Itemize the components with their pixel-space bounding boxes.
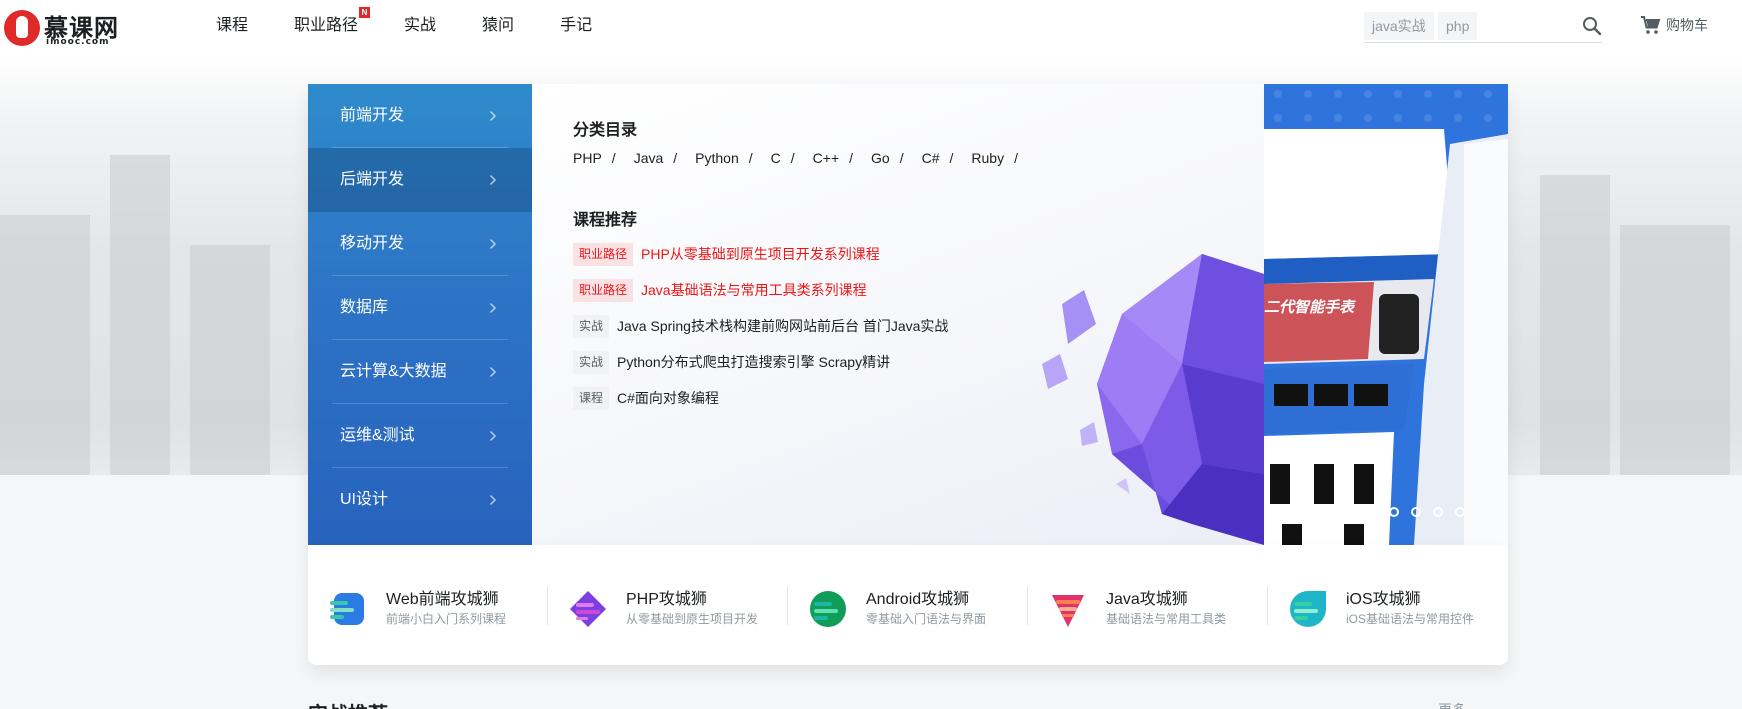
slider-dot[interactable] bbox=[1411, 507, 1421, 517]
chevron-right-icon bbox=[490, 175, 496, 185]
slider-dot[interactable] bbox=[1389, 507, 1399, 517]
path-card-ios[interactable]: iOS攻城狮 iOS基础语法与常用控件 bbox=[1268, 585, 1508, 631]
banner-slider[interactable]: 二代智能手表 bbox=[1264, 84, 1508, 545]
career-path-tag: 职业路径 bbox=[573, 242, 634, 266]
chevron-right-icon bbox=[490, 367, 496, 377]
chevron-right-icon bbox=[490, 111, 496, 121]
php-path-icon bbox=[570, 591, 606, 627]
path-desc: 从零基础到原生项目开发 bbox=[626, 612, 759, 626]
chevron-right-icon bbox=[490, 431, 496, 441]
career-path-strip: Web前端攻城狮 前端小白入门系列课程 PHP攻城狮 从零基础到原生项目开发 A… bbox=[308, 545, 1508, 665]
path-desc: 前端小白入门系列课程 bbox=[386, 612, 507, 626]
path-card-php[interactable]: PHP攻城狮 从零基础到原生项目开发 bbox=[548, 585, 788, 631]
search-box: java实战 php bbox=[1364, 11, 1602, 43]
menu-item-ui-design[interactable]: UI设计 bbox=[308, 468, 532, 532]
path-title: iOS攻城狮 bbox=[1346, 591, 1421, 608]
category-link-c[interactable]: C bbox=[771, 150, 781, 166]
path-title: Android攻城狮 bbox=[866, 591, 970, 608]
recommend-item-title: C#面向对象编程 bbox=[617, 390, 719, 406]
search-hot-tag[interactable]: java实战 bbox=[1364, 12, 1434, 40]
chevron-right-icon bbox=[490, 303, 496, 313]
recommend-item-title: PHP从零基础到原生项目开发系列课程 bbox=[641, 246, 880, 262]
recommend-item-title: Python分布式爬虫打造搜索引擎 Scrapy精讲 bbox=[617, 354, 891, 370]
java-path-icon bbox=[1052, 595, 1084, 627]
path-title: Web前端攻城狮 bbox=[386, 591, 499, 608]
flame-logo-icon bbox=[4, 10, 40, 46]
category-list: PHP / Java / Python / C / C++ / Go / C# / Ruby / bbox=[573, 150, 1018, 166]
category-title: 分类目录 bbox=[573, 122, 638, 139]
path-desc: 基础语法与常用工具类 bbox=[1106, 612, 1227, 626]
cart-button[interactable]: 购物车 bbox=[1640, 13, 1708, 37]
search-hot-tag[interactable]: php bbox=[1438, 12, 1478, 40]
site-logo[interactable]: 慕课网 imooc.com bbox=[4, 8, 124, 48]
course-tag: 课程 bbox=[573, 386, 610, 410]
cart-label: 购物车 bbox=[1666, 17, 1708, 33]
recommend-item[interactable]: 实战 Java Spring技术栈构建前购网站前后台 首门Java实战 bbox=[573, 314, 948, 338]
more-link[interactable]: 更多 bbox=[1438, 700, 1466, 709]
menu-item-database[interactable]: 数据库 bbox=[308, 276, 532, 340]
search-icon[interactable] bbox=[1582, 16, 1602, 36]
ios-path-icon bbox=[1290, 591, 1326, 627]
section-title: 实战推荐 bbox=[308, 698, 388, 709]
category-link-php[interactable]: PHP bbox=[573, 150, 602, 166]
logo-subtext: imooc.com bbox=[46, 37, 110, 47]
category-menu: 前端开发 后端开发 移动开发 数据库 云计算&大数据 运维&测试 UI设计 bbox=[308, 84, 532, 545]
slide-headline: 二代智能手表 bbox=[1264, 299, 1355, 316]
main-banner: 前端开发 后端开发 移动开发 数据库 云计算&大数据 运维&测试 UI设计 分类… bbox=[308, 84, 1508, 545]
category-link-python[interactable]: Python bbox=[695, 150, 739, 166]
path-title: Java攻城狮 bbox=[1106, 591, 1188, 608]
polygon-gem-decoration bbox=[1042, 254, 1264, 545]
slider-dot[interactable] bbox=[1455, 507, 1465, 517]
path-card-java[interactable]: Java攻城狮 基础语法与常用工具类 bbox=[1028, 585, 1268, 631]
slider-dot[interactable] bbox=[1433, 507, 1443, 517]
category-panel: 分类目录 PHP / Java / Python / C / C++ / Go / C# / … bbox=[532, 84, 1264, 545]
practice-tag: 实战 bbox=[573, 350, 610, 374]
slider-dot[interactable] bbox=[1367, 507, 1377, 517]
menu-item-frontend[interactable]: 前端开发 bbox=[308, 84, 532, 148]
category-link-ruby[interactable]: Ruby bbox=[971, 150, 1004, 166]
recommend-item[interactable]: 职业路径 PHP从零基础到原生项目开发系列课程 bbox=[573, 242, 880, 266]
nav-item-career-path[interactable]: 职业路径 N bbox=[294, 0, 371, 56]
nav-item-qa[interactable]: 猿问 bbox=[482, 0, 514, 56]
menu-item-ops-testing[interactable]: 运维&测试 bbox=[308, 404, 532, 468]
nav-item-notes[interactable]: 手记 bbox=[560, 0, 592, 56]
shopping-cart-icon bbox=[1641, 16, 1661, 34]
chevron-right-icon bbox=[490, 239, 496, 249]
recommend-item[interactable]: 职业路径 Java基础语法与常用工具类系列课程 bbox=[573, 278, 867, 302]
nav-item-courses[interactable]: 课程 bbox=[216, 0, 248, 56]
new-badge: N bbox=[359, 7, 371, 18]
category-link-java[interactable]: Java bbox=[634, 150, 664, 166]
chevron-right-icon bbox=[490, 495, 496, 505]
web-path-icon bbox=[330, 593, 364, 625]
menu-item-mobile[interactable]: 移动开发 bbox=[308, 212, 532, 276]
practice-tag: 实战 bbox=[573, 314, 610, 338]
path-desc: 零基础入门语法与界面 bbox=[866, 612, 987, 626]
career-path-tag: 职业路径 bbox=[573, 278, 634, 302]
category-link-cpp[interactable]: C++ bbox=[813, 150, 839, 166]
menu-item-backend[interactable]: 后端开发 bbox=[308, 148, 532, 212]
recommend-title: 课程推荐 bbox=[573, 212, 638, 229]
menu-item-cloud-bigdata[interactable]: 云计算&大数据 bbox=[308, 340, 532, 404]
nav-item-practice[interactable]: 实战 bbox=[404, 0, 436, 56]
category-link-csharp[interactable]: C# bbox=[922, 150, 940, 166]
android-path-icon bbox=[810, 591, 846, 627]
main-nav: 课程 职业路径 N 实战 猿问 手记 bbox=[216, 0, 638, 56]
path-card-web[interactable]: Web前端攻城狮 前端小白入门系列课程 bbox=[308, 585, 548, 631]
recommend-item[interactable]: 实战 Python分布式爬虫打造搜索引擎 Scrapy精讲 bbox=[573, 350, 890, 374]
recommend-item-title: Java基础语法与常用工具类系列课程 bbox=[641, 282, 867, 298]
top-header: 慕课网 imooc.com 课程 职业路径 N 实战 猿问 手记 java实战 p… bbox=[0, 0, 1742, 56]
path-desc: iOS基础语法与常用控件 bbox=[1346, 612, 1475, 626]
slider-dots bbox=[1264, 507, 1508, 517]
path-title: PHP攻城狮 bbox=[626, 591, 707, 608]
path-card-android[interactable]: Android攻城狮 零基础入门语法与界面 bbox=[788, 585, 1028, 631]
recommend-item-title: Java Spring技术栈构建前购网站前后台 首门Java实战 bbox=[617, 318, 949, 334]
recommend-item[interactable]: 课程 C#面向对象编程 bbox=[573, 386, 719, 410]
category-link-go[interactable]: Go bbox=[871, 150, 890, 166]
